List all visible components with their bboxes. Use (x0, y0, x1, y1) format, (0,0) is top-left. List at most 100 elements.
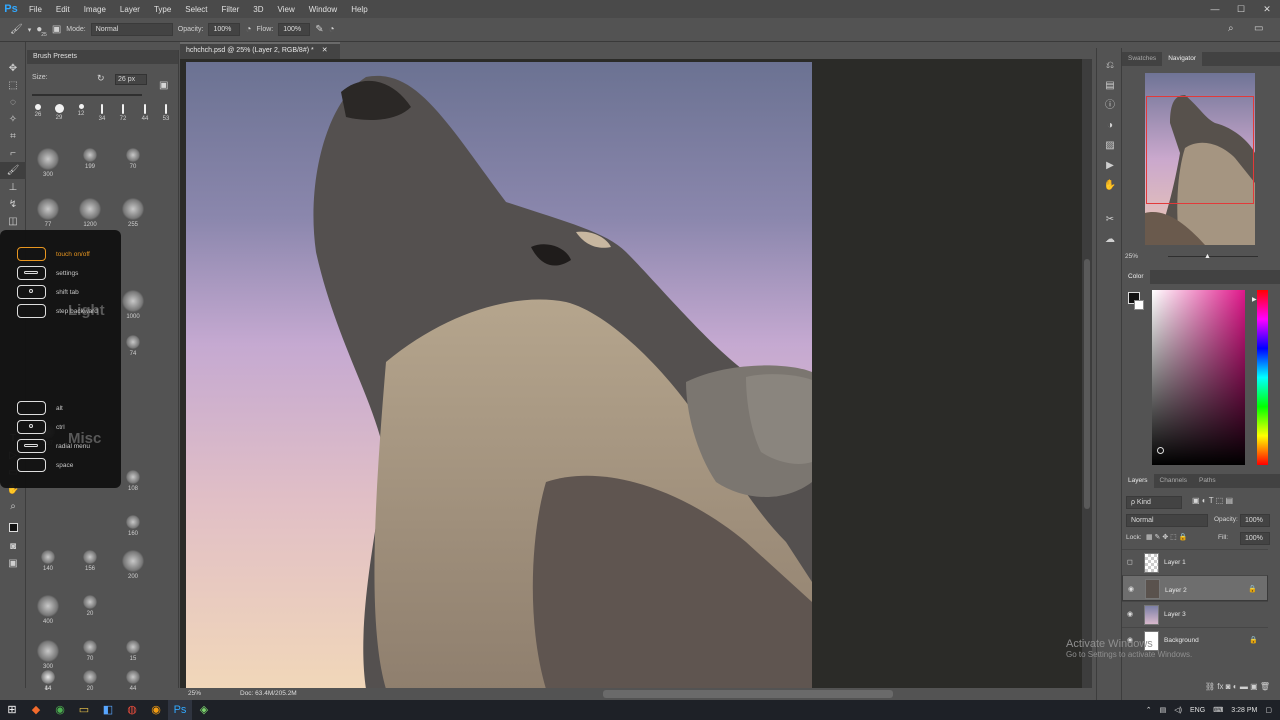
brush-panel-icon[interactable]: ▣ (159, 80, 168, 91)
screen-mode-icon[interactable]: ▣ (0, 555, 26, 572)
layer-name[interactable]: Layer 3 (1164, 611, 1186, 618)
chevron-up-icon[interactable]: ⌃ (1146, 706, 1152, 714)
file-explorer-icon[interactable]: ▭ (72, 700, 96, 720)
brush-preset[interactable]: 77 (28, 198, 68, 228)
layer-row[interactable]: ◉ Layer 3 (1122, 601, 1268, 627)
brush-preset[interactable]: 160 (113, 515, 153, 537)
photoshop-taskbar-icon[interactable]: Ps (168, 700, 192, 720)
color-field[interactable] (1152, 290, 1245, 465)
eye-icon[interactable]: ◉ (1128, 584, 1134, 595)
settings-button[interactable] (17, 266, 46, 280)
tab-channels[interactable]: Channels (1154, 474, 1193, 488)
brush-panel-toggle-icon[interactable]: ▣ (52, 24, 61, 35)
brush-preset[interactable]: 44 (113, 670, 153, 692)
brush-preset[interactable]: 14 (28, 670, 68, 692)
brave-icon[interactable]: ◆ (24, 700, 48, 720)
quick-mask-icon[interactable]: ◙ (0, 538, 26, 555)
canvas[interactable] (186, 62, 812, 689)
menu-filter[interactable]: Filter (215, 5, 247, 14)
brush-preset[interactable]: 1200 (70, 198, 110, 228)
tab-layers[interactable]: Layers (1122, 474, 1154, 488)
blend-mode-select[interactable]: Normal (1126, 514, 1208, 527)
ctrl-button[interactable] (17, 420, 46, 434)
brush-preset[interactable]: 140 (28, 550, 68, 572)
tab-paths[interactable]: Paths (1193, 474, 1222, 488)
document-tab[interactable]: hchchch.psd @ 25% (Layer 2, RGB/8#) * ✕ (180, 42, 340, 59)
brush-preset[interactable]: 20 (70, 595, 110, 617)
size-slider[interactable] (32, 94, 142, 96)
history-icon[interactable]: ⎌ (1097, 56, 1123, 76)
opacity-input[interactable]: 100% (208, 23, 241, 36)
transform-icon[interactable]: ✂ (1097, 210, 1123, 230)
menu-layer[interactable]: Layer (113, 5, 147, 14)
alt-button[interactable] (17, 401, 46, 415)
eyedropper-tool-icon[interactable]: ⌐ (0, 145, 26, 162)
app-icon[interactable]: ◧ (96, 700, 120, 720)
menu-view[interactable]: View (271, 5, 302, 14)
radial-menu-button[interactable] (17, 439, 46, 453)
brush-preset[interactable]: 300 (28, 148, 68, 178)
crop-tool-icon[interactable]: ⌗ (0, 128, 26, 145)
visibility-toggle[interactable]: ◻ (1127, 558, 1133, 566)
alt-row[interactable]: alt (17, 401, 63, 415)
clock[interactable]: 3:28 PM (1231, 707, 1257, 714)
shift-tab-row[interactable]: shift tab (17, 285, 79, 299)
touch-toggle-button[interactable] (17, 247, 46, 261)
brush-preset[interactable]: 70 (113, 148, 153, 170)
eraser-tool-icon[interactable]: ◫ (0, 213, 26, 230)
notifications-icon[interactable]: ▢ (1265, 706, 1272, 714)
color-picker-marker[interactable] (1157, 447, 1164, 454)
network-icon[interactable]: ▤ (1160, 706, 1167, 714)
move-tool-icon[interactable]: ✥ (0, 60, 26, 77)
brush-tool-icon[interactable]: 🖌 (0, 162, 26, 179)
brush-settings-icon[interactable]: ▤ (1097, 76, 1123, 96)
chrome-icon[interactable]: ◉ (48, 700, 72, 720)
menu-file[interactable]: File (22, 5, 49, 14)
mode-select[interactable]: Normal (90, 23, 173, 36)
foreground-background-swatch[interactable] (0, 521, 26, 538)
navigator-view-box[interactable] (1146, 96, 1254, 204)
minimize-button[interactable]: — (1202, 0, 1228, 18)
menu-window[interactable]: Window (302, 5, 344, 14)
marquee-tool-icon[interactable]: ⬚ (0, 77, 26, 94)
app-icon[interactable]: ◉ (144, 700, 168, 720)
background-color[interactable] (1134, 300, 1144, 310)
chevron-down-icon[interactable]: ▾ (28, 26, 32, 34)
eye-icon[interactable]: ◉ (1127, 610, 1133, 618)
ctrl-row[interactable]: ctrl (17, 420, 65, 434)
shift-tab-button[interactable] (17, 285, 46, 299)
tab-navigator[interactable]: Navigator (1162, 52, 1203, 66)
layer-opacity-input[interactable]: 100% (1240, 514, 1270, 527)
vertical-scrollbar[interactable] (1082, 59, 1092, 688)
maximize-button[interactable]: ☐ (1228, 0, 1254, 18)
volume-icon[interactable]: ◁) (1174, 706, 1182, 714)
brush-preset[interactable]: 400 (28, 595, 68, 625)
hue-slider[interactable]: ▶ (1252, 290, 1268, 465)
layer-name[interactable]: Layer 1 (1164, 559, 1186, 566)
brush-preset[interactable]: 255 (113, 198, 153, 228)
info-icon[interactable]: ⓘ (1097, 96, 1123, 116)
menu-type[interactable]: Type (147, 5, 178, 14)
layer-kind-filter[interactable]: ρ Kind (1126, 496, 1182, 509)
app-icon[interactable]: ◈ (192, 700, 216, 720)
layer-row[interactable]: ◻ Layer 1 (1122, 549, 1268, 575)
zoom-slider-handle[interactable]: ▲ (1204, 253, 1211, 260)
tab-color[interactable]: Color (1122, 270, 1150, 284)
step-backward-row[interactable]: step backward (17, 304, 98, 318)
zoom-level[interactable]: 25% (188, 690, 201, 697)
tab-swatches[interactable]: Swatches (1122, 52, 1162, 66)
brush-preset[interactable]: 20 (70, 670, 110, 692)
space-button[interactable] (17, 458, 46, 472)
fill-input[interactable]: 100% (1240, 532, 1270, 545)
layer-row[interactable]: ◉ Layer 2 🔒 (1122, 575, 1268, 601)
clone-stamp-tool-icon[interactable]: ⊥ (0, 179, 26, 196)
size-input[interactable]: 26 px (115, 74, 147, 85)
zoom-tool-icon[interactable]: ⌕ (0, 498, 26, 515)
workspace-icon[interactable]: ▭ (1254, 23, 1263, 34)
brush-preset[interactable]: 15 (113, 640, 153, 662)
menu-image[interactable]: Image (77, 5, 113, 14)
menu-select[interactable]: Select (178, 5, 214, 14)
flow-input[interactable]: 100% (278, 23, 311, 36)
brush-preset[interactable]: 300 (28, 640, 68, 670)
reset-size-icon[interactable]: ↻ (97, 73, 105, 84)
